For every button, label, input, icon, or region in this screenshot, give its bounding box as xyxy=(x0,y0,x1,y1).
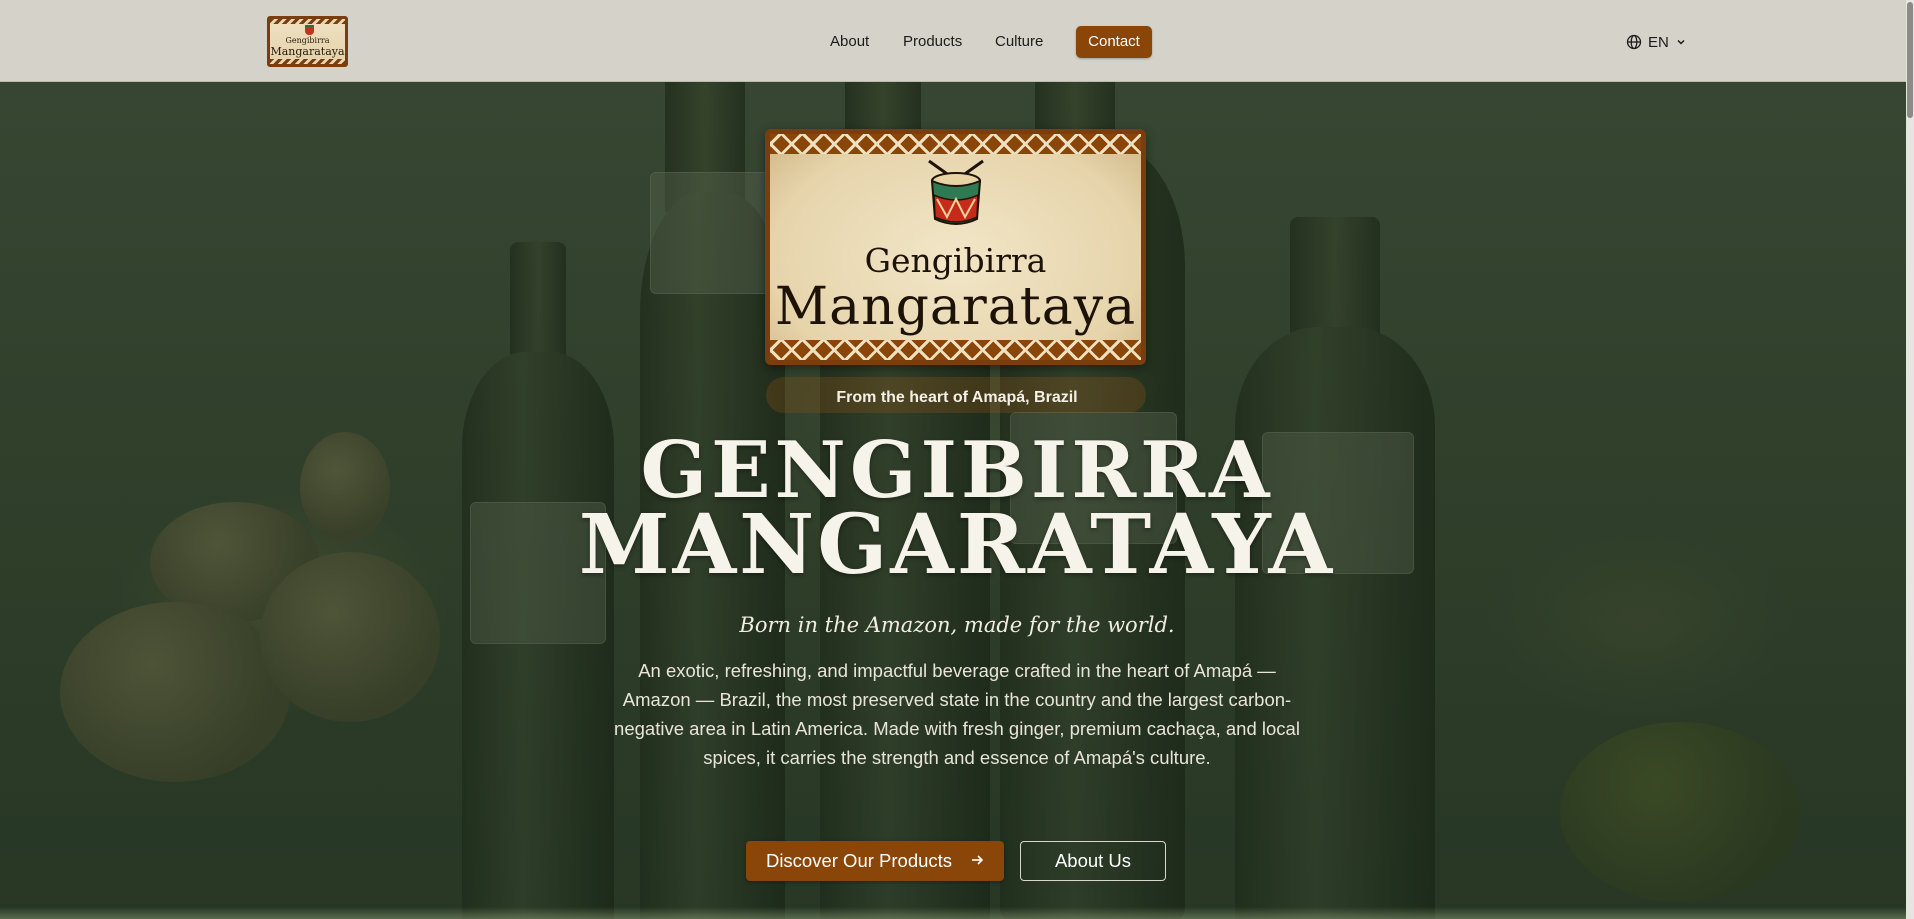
logo-pattern-top xyxy=(270,19,345,24)
chevron-down-icon xyxy=(1675,36,1687,48)
language-selector[interactable]: EN xyxy=(1626,32,1687,52)
hero-subtitle: Born in the Amazon, made for the world. xyxy=(739,613,1175,637)
hero-title-line2: MANGARATAYA xyxy=(578,497,1336,593)
nav-link-products[interactable]: Products xyxy=(903,33,962,50)
nav-link-culture[interactable]: Culture xyxy=(995,33,1043,50)
hero-logo-line2: Mangarataya xyxy=(774,277,1137,337)
hero-logo-line1: Gengibirra xyxy=(864,241,1047,280)
nav-link-about[interactable]: About xyxy=(830,33,869,50)
arrow-right-icon xyxy=(970,850,984,872)
hero-section: Gengibirra Mangarataya From the heart of… xyxy=(0,82,1914,919)
discover-products-label: Discover Our Products xyxy=(765,850,953,871)
section-divider xyxy=(0,907,1914,919)
scrollbar-thumb[interactable] xyxy=(1907,2,1913,118)
hero-eyebrow: From the heart of Amapá, Brazil xyxy=(836,389,1078,406)
about-us-button[interactable]: About Us xyxy=(1020,841,1166,881)
contact-button[interactable]: Contact xyxy=(1076,26,1152,58)
drum-icon xyxy=(928,159,984,225)
logo-pattern-top xyxy=(770,134,1141,154)
logo-pattern-bottom xyxy=(770,340,1141,360)
discover-products-button[interactable]: Discover Our Products xyxy=(746,841,1004,881)
globe-icon xyxy=(1626,34,1642,50)
hero-description: An exotic, refreshing, and impactful bev… xyxy=(614,660,1300,768)
hero-logo: Gengibirra Mangarataya xyxy=(765,129,1146,365)
top-navbar: Gengibirra Mangarataya About Products Cu… xyxy=(0,0,1914,82)
page-scrollbar[interactable] xyxy=(1906,0,1914,919)
logo-pattern-bottom xyxy=(270,59,345,64)
language-value: EN xyxy=(1648,33,1669,51)
